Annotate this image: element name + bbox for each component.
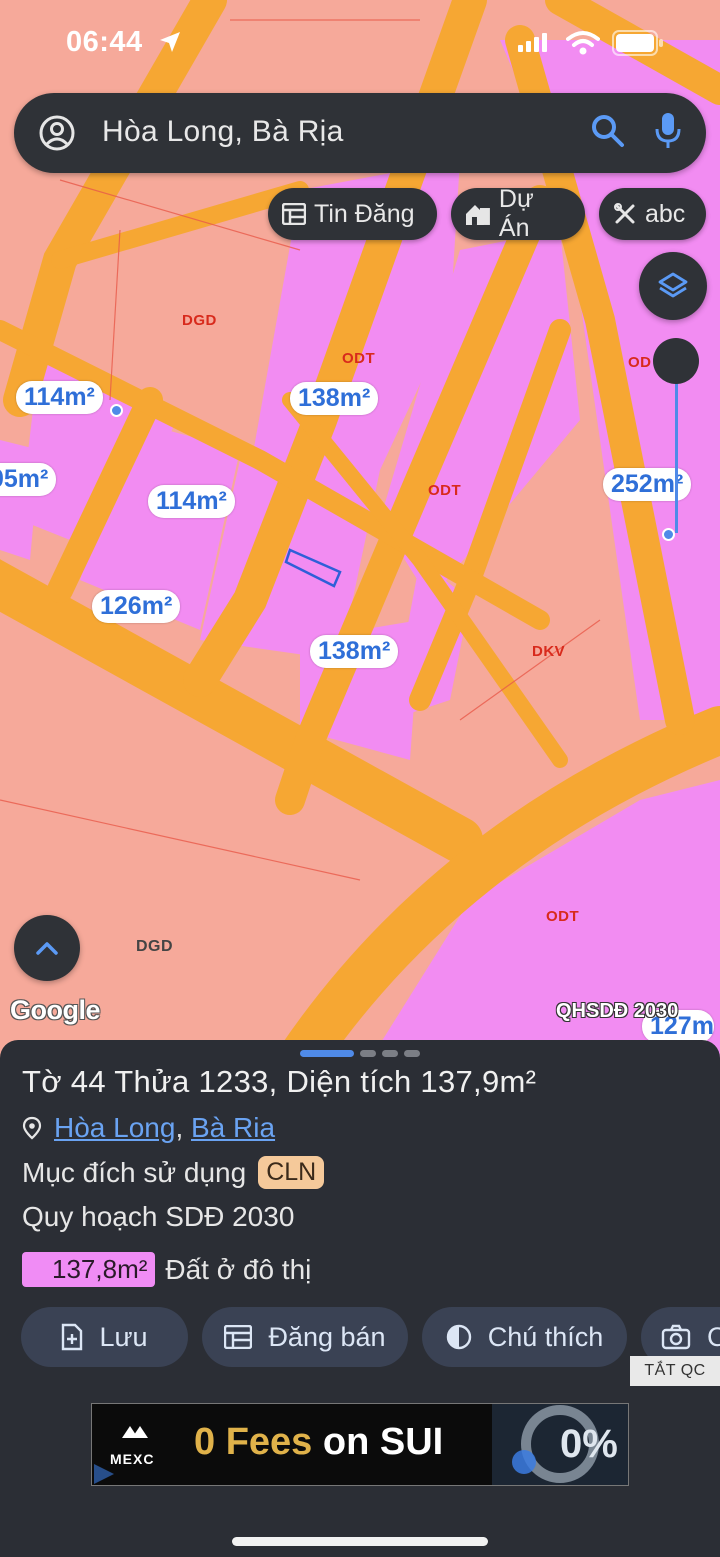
tools-icon xyxy=(614,203,635,224)
add-document-icon xyxy=(62,1323,83,1351)
ad-badge: 0% xyxy=(560,1422,618,1466)
legend-label: Chú thích xyxy=(487,1321,604,1352)
chip-label: abc xyxy=(645,199,686,228)
slider-track[interactable] xyxy=(675,358,678,533)
listing-icon xyxy=(224,1325,253,1349)
save-label: Lưu xyxy=(99,1321,148,1352)
location-arrow-icon xyxy=(160,32,180,52)
sheet-page-indicator xyxy=(300,1050,354,1057)
parcel-info-sheet[interactable]: Tờ 44 Thửa 1233, Diện tích 137,9m² Hòa L… xyxy=(0,1040,720,1557)
chip-listings[interactable]: Tin Đăng xyxy=(268,188,437,240)
chip-projects[interactable]: Dự Án xyxy=(451,185,585,242)
layer-name-label: QHSDĐ 2030 xyxy=(556,1000,679,1022)
sheet-handle[interactable] xyxy=(300,1050,420,1057)
battery-icon xyxy=(612,30,663,56)
city-link[interactable]: Bà Ria xyxy=(191,1112,275,1143)
usage-code-badge: CLN xyxy=(258,1156,325,1189)
post-for-sale-label: Đăng bán xyxy=(268,1321,386,1352)
zone-label: OD xyxy=(628,354,652,371)
area-label[interactable]: 138m² xyxy=(310,635,399,668)
search-input[interactable]: Hòa Long, Bà Rịa xyxy=(102,115,344,149)
ad-headline-rest: on SUI xyxy=(312,1421,444,1463)
area-label[interactable]: 126m² xyxy=(92,590,181,623)
area-label[interactable]: 114m² xyxy=(148,485,235,518)
chip-label: Dự Án xyxy=(498,185,534,242)
area-label[interactable]: 138m² xyxy=(290,382,379,415)
status-bar: 06:44 xyxy=(0,0,720,84)
layers-icon xyxy=(658,272,688,298)
slider-thumb[interactable] xyxy=(653,338,699,384)
microphone-icon[interactable] xyxy=(654,111,682,151)
sheet-page-indicator xyxy=(382,1050,398,1057)
chip-tools[interactable]: abc xyxy=(599,188,706,240)
usage-label: Mục đích sử dụng xyxy=(22,1156,247,1188)
sheet-page-indicator xyxy=(360,1050,376,1057)
chevron-up-icon xyxy=(36,942,58,955)
contrast-icon xyxy=(446,1324,471,1350)
location-dot xyxy=(662,528,675,541)
home-indicator[interactable] xyxy=(232,1537,488,1546)
zone-label: DGD xyxy=(182,312,217,329)
area-label[interactable]: 05m² xyxy=(0,463,57,496)
search-bar[interactable]: Hòa Long, Bà Rịa xyxy=(14,93,706,173)
opacity-slider[interactable] xyxy=(653,338,699,533)
listing-icon xyxy=(282,203,306,225)
location-separator: , xyxy=(175,1112,184,1143)
building-icon xyxy=(465,205,490,225)
save-button[interactable]: Lưu xyxy=(21,1307,188,1367)
cellular-signal-icon xyxy=(518,33,547,52)
usage-row: Mục đích sử dụng CLN xyxy=(22,1156,325,1189)
account-icon[interactable] xyxy=(38,114,76,152)
location-dot xyxy=(110,404,123,417)
plan-area-row: 137,8m² Đất ở đô thị xyxy=(22,1252,311,1287)
zone-label: DGD xyxy=(136,938,174,955)
ad-close-button[interactable]: TẮT QC xyxy=(630,1356,720,1386)
zone-label: ODT xyxy=(428,482,462,499)
parcel-title: Tờ 44 Thửa 1233, Diện tích 137,9m² xyxy=(22,1064,537,1099)
camera-icon xyxy=(661,1324,691,1350)
post-for-sale-button[interactable]: Đăng bán xyxy=(202,1307,408,1367)
ad-headline: 0 Fees on SUI xyxy=(194,1421,443,1464)
chip-label: Tin Đăng xyxy=(314,199,415,228)
plan-label: Quy hoạch SDĐ 2030 xyxy=(22,1201,295,1232)
layers-button[interactable] xyxy=(639,252,707,320)
plan-type: Đất ở đô thị xyxy=(165,1253,312,1285)
wifi-icon xyxy=(566,31,600,55)
legend-button[interactable]: Chú thích xyxy=(422,1307,627,1367)
zone-label: ODT xyxy=(546,908,580,925)
map-pin-icon xyxy=(22,1116,42,1140)
zone-label: ODT xyxy=(342,350,376,367)
status-time: 06:44 xyxy=(66,26,143,58)
search-icon[interactable] xyxy=(590,113,626,149)
sheet-page-indicator xyxy=(404,1050,420,1057)
ward-link[interactable]: Hòa Long xyxy=(54,1112,175,1143)
ad-banner[interactable]: MEXC 0 Fees on SUI 0% xyxy=(91,1403,629,1486)
ad-brand: MEXC xyxy=(110,1451,155,1467)
map-view[interactable]: DGD ODT ODT OD DKV ODT DGD 114m² 138m² 0… xyxy=(0,0,720,1060)
google-logo: Google xyxy=(10,995,101,1025)
camera-label: C xyxy=(707,1321,720,1352)
zone-label: DKV xyxy=(532,643,566,660)
expand-sheet-button[interactable] xyxy=(14,915,80,981)
parcel-location: Hòa Long, Bà Ria xyxy=(22,1112,275,1144)
plan-area-chip: 137,8m² xyxy=(22,1252,156,1287)
area-label[interactable]: 114m² xyxy=(16,381,103,414)
ad-headline-highlight: 0 Fees xyxy=(194,1421,313,1463)
